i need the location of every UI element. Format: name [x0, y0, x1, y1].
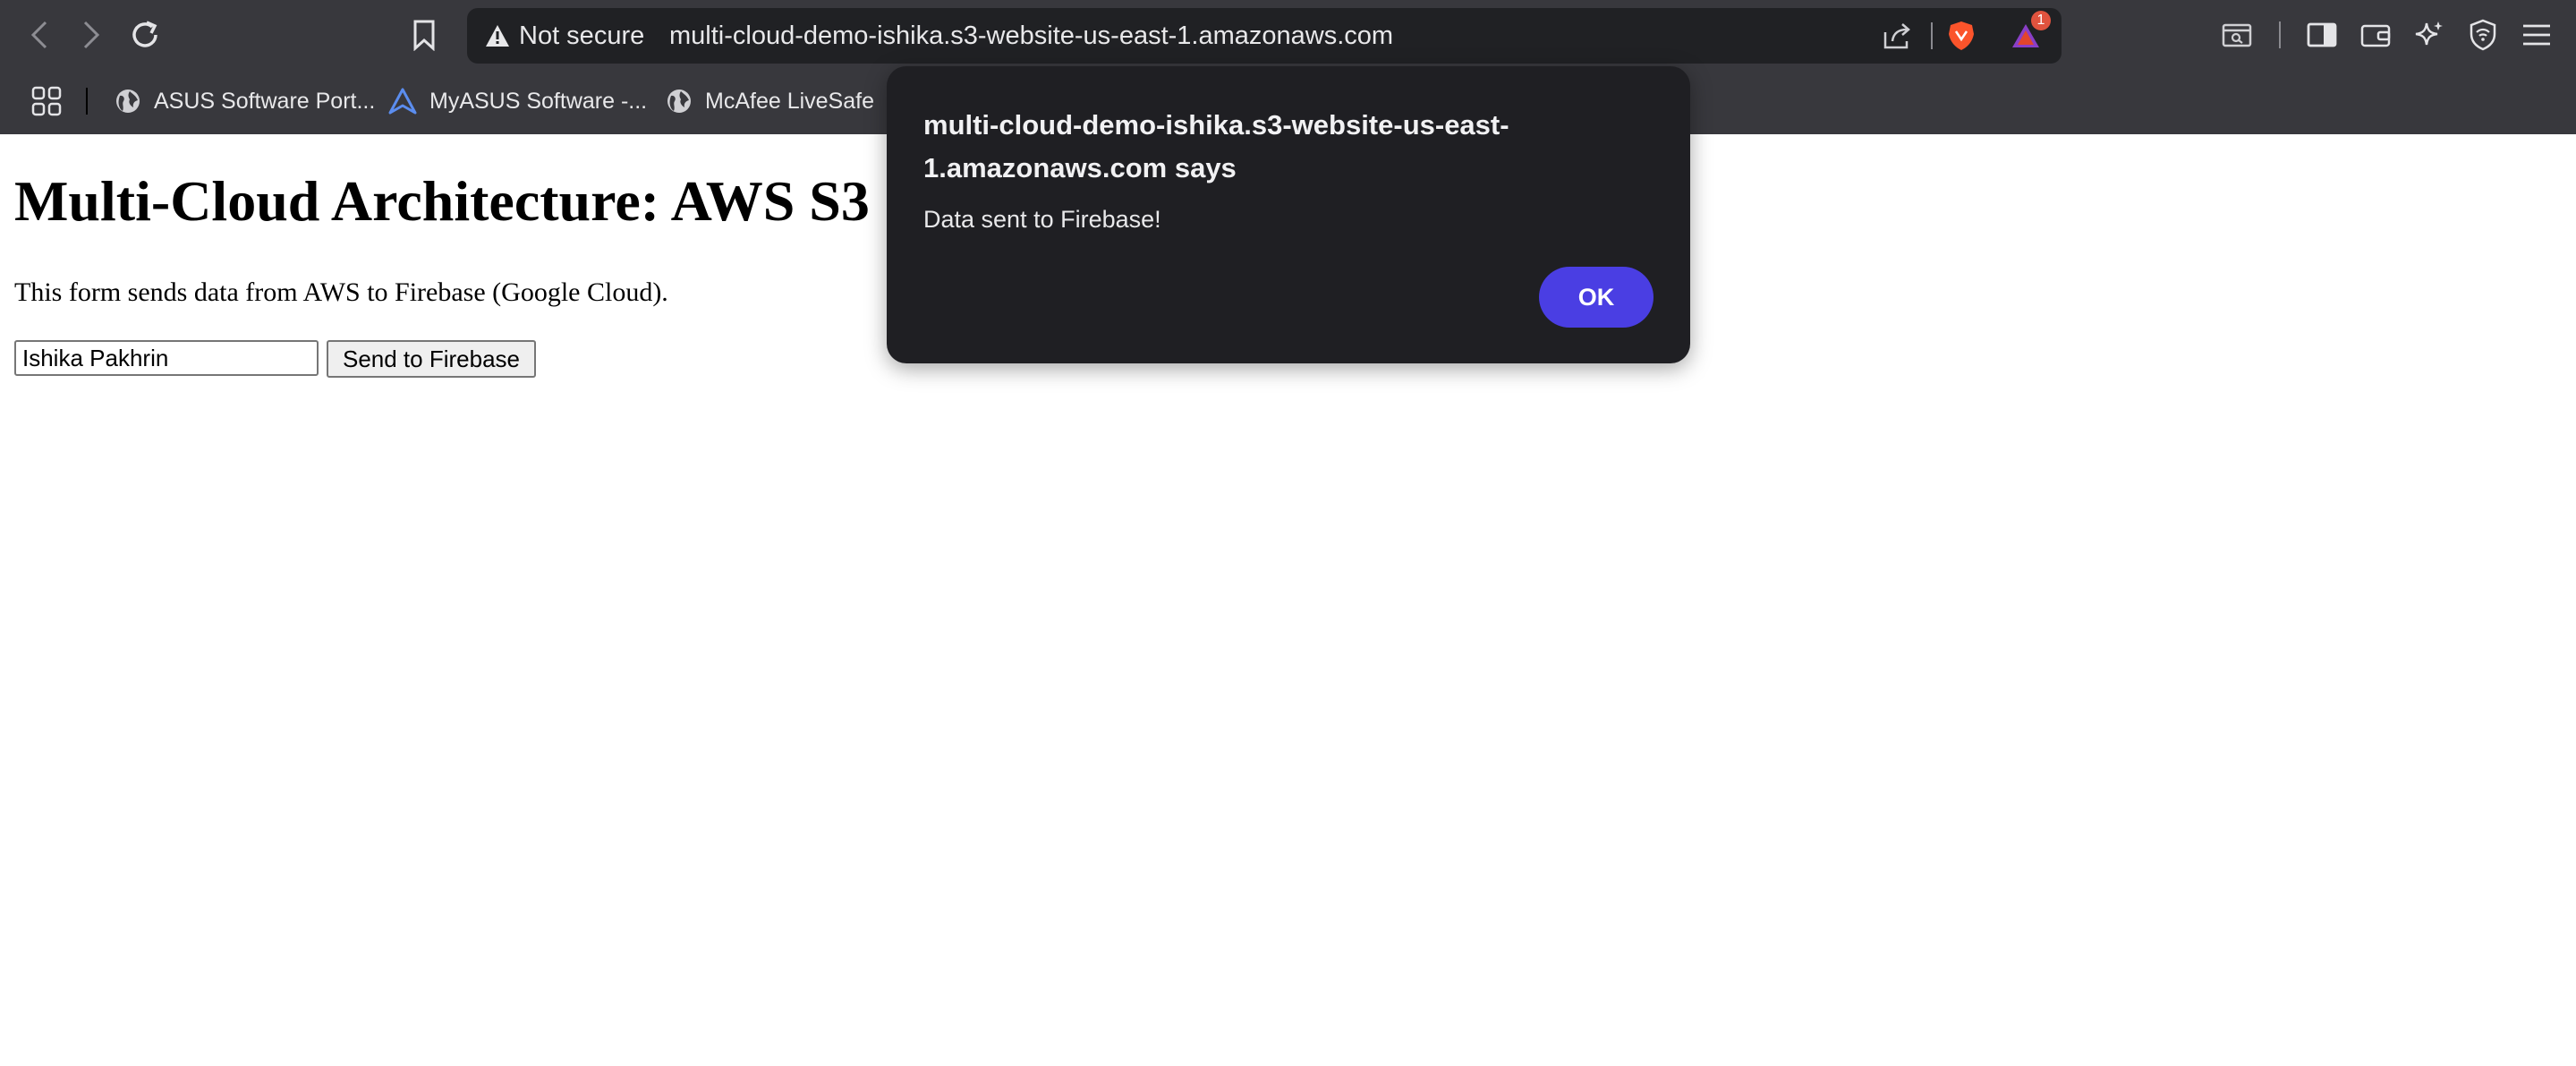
page-description: This form sends data from AWS to Firebas…: [14, 277, 668, 307]
notification-badge: 1: [2031, 11, 2051, 30]
bookmark-myasus-software[interactable]: MyASUS Software -...: [388, 81, 647, 122]
alert-dialog: multi-cloud-demo-ishika.s3-website-us-ea…: [887, 66, 1690, 363]
bookmark-icon: [413, 20, 435, 51]
address-bar[interactable]: Not secure multi-cloud-demo-ishika.s3-we…: [467, 8, 2062, 64]
page-title: Multi-Cloud Architecture: AWS S3: [14, 169, 870, 233]
back-arrow-icon: [30, 21, 47, 49]
url-text[interactable]: multi-cloud-demo-ishika.s3-website-us-ea…: [669, 8, 1393, 64]
brave-rewards-button[interactable]: 1: [2008, 11, 2051, 54]
wallet-button[interactable]: [2358, 17, 2393, 53]
toolbar-separator: [2279, 21, 2281, 48]
main-menu-button[interactable]: [2519, 17, 2555, 53]
back-button[interactable]: [21, 17, 57, 53]
bookmarks-separator: [86, 88, 88, 115]
ok-button[interactable]: OK: [1539, 267, 1654, 328]
brave-lion-icon: [1949, 21, 1974, 50]
forward-arrow-icon: [83, 21, 100, 49]
wallet-icon: [2360, 24, 2391, 47]
bookmark-asus-software-portal[interactable]: ASUS Software Port...: [115, 81, 375, 122]
forward-button[interactable]: [73, 17, 109, 53]
dialog-title: multi-cloud-demo-ishika.s3-website-us-ea…: [923, 109, 1509, 183]
security-label: Not secure: [519, 21, 645, 50]
browser-toolbar: Not secure multi-cloud-demo-ishika.s3-we…: [0, 0, 2576, 70]
reload-button[interactable]: [127, 17, 163, 53]
apps-button[interactable]: [27, 81, 66, 122]
name-input[interactable]: [14, 340, 319, 376]
search-tabs-button[interactable]: [2219, 17, 2255, 53]
apps-grid-icon: [31, 86, 62, 116]
globe-icon: [667, 90, 691, 113]
sidebar-icon: [2307, 22, 2337, 47]
share-icon: [1883, 23, 1910, 49]
bookmark-label: MyASUS Software -...: [429, 88, 648, 114]
globe-icon: [116, 90, 140, 113]
leo-ai-button[interactable]: [2411, 17, 2447, 53]
urlbar-separator: [1931, 22, 1933, 49]
myasus-logo-icon: [388, 88, 417, 115]
shield-wifi-icon: [2470, 19, 2496, 51]
vpn-button[interactable]: [2465, 17, 2501, 53]
bookmark-page-button[interactable]: [406, 17, 442, 53]
dialog-message: Data sent to Firebase!: [923, 206, 1161, 233]
bookmark-mcafee-livesafe[interactable]: McAfee LiveSafe: [666, 81, 874, 122]
sparkle-icon: [2415, 21, 2443, 46]
brave-shields-button[interactable]: [1943, 18, 1979, 54]
sidebar-button[interactable]: [2304, 17, 2340, 53]
site-security-indicator[interactable]: Not secure: [485, 8, 644, 64]
tab-search-icon: [2222, 23, 2252, 47]
bookmark-label: McAfee LiveSafe: [705, 88, 874, 114]
reload-icon: [132, 21, 157, 47]
warning-triangle-icon: [486, 25, 509, 47]
share-button[interactable]: [1879, 18, 1915, 54]
hamburger-menu-icon: [2523, 24, 2550, 46]
send-to-firebase-button[interactable]: Send to Firebase: [327, 340, 536, 378]
bookmark-label: ASUS Software Port...: [154, 88, 376, 114]
